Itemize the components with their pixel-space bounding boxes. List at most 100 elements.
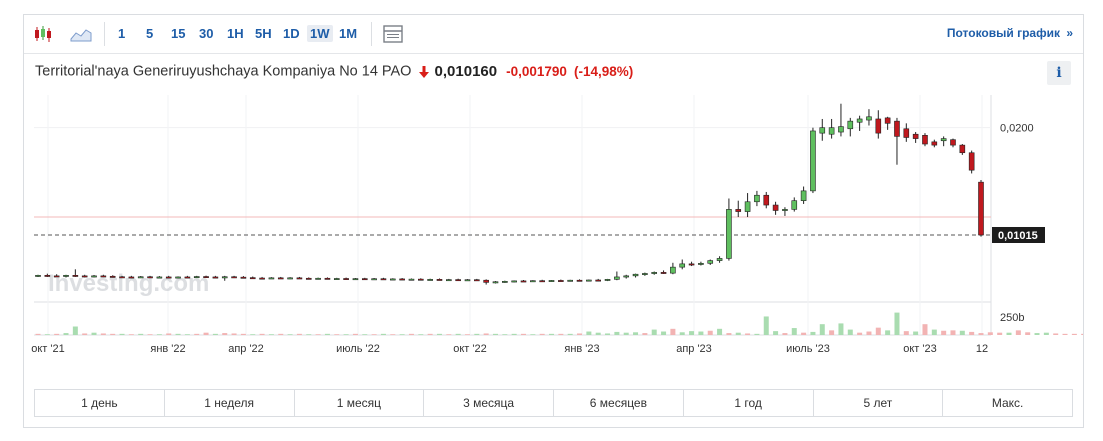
volume-bar [689,331,695,335]
area-chart-icon[interactable] [70,24,92,44]
volume-bar [184,334,190,335]
candle [847,117,854,137]
volume-bar [922,324,928,335]
range-1-day-button[interactable]: 1 день [35,390,165,416]
range-1-week-button[interactable]: 1 неделя [165,390,295,416]
candle [361,277,368,281]
volume-bar [969,331,975,335]
candle-down [240,276,247,279]
candle [698,261,704,266]
candle [371,278,377,281]
volume-bar [623,332,629,335]
candle [959,144,966,155]
last-price: 0,010160 [434,63,498,80]
candle-up [137,276,144,279]
candle [464,279,471,282]
info-icon[interactable]: i [1047,61,1071,85]
candle-down [763,194,770,206]
volume-bar [418,334,424,335]
volume-bar [847,329,853,335]
interval-5h-button[interactable]: 5H [253,26,274,41]
volume-bar [754,333,760,335]
volume-bar [156,334,162,335]
candle-up [800,190,807,201]
volume-bar [240,333,246,335]
candle-up [287,277,293,280]
candle [968,150,975,174]
volume-bars [35,312,1083,335]
candle-down [595,279,601,282]
volume-bar [35,333,41,335]
volume-bar [1071,333,1077,335]
candle-up [221,276,228,279]
streaming-chart-link[interactable]: Потоковый график » [947,26,1073,40]
instrument-header: Territorial'naya Generiruyushchaya Kompa… [35,63,633,83]
candle [259,276,265,280]
candle-up [446,279,452,282]
candle [632,273,639,278]
range-1-year-button[interactable]: 1 год [684,390,814,416]
candle [875,110,882,139]
candle-up [651,272,658,274]
volume-bar [1006,332,1012,335]
interval-5-button[interactable]: 5 [144,26,155,41]
volume-bar [474,333,480,335]
price-chart[interactable]: Investing.com 0,0200 250b 0,01015 окт '21 ян… [24,95,1083,370]
interval-1d-button[interactable]: 1D [281,26,302,41]
volume-bar [380,333,386,335]
candle-up [464,279,471,282]
candle [679,259,686,270]
interval-1w-button[interactable]: 1W [307,25,333,42]
x-tick-label: апр '22 [228,343,264,355]
candle [716,256,723,263]
candle-up [91,275,97,278]
candle-up [333,278,340,280]
data-table-icon[interactable] [382,24,404,44]
candle [922,133,928,147]
range-max-button[interactable]: Макс. [943,390,1072,416]
candle-down [912,133,919,139]
candle-up [782,209,788,211]
candle [530,280,536,283]
candle [418,278,424,281]
candle [221,275,228,281]
volume-bar [829,330,835,335]
candle-down [147,276,153,279]
range-5-years-button[interactable]: 5 лет [814,390,944,416]
interval-15-button[interactable]: 15 [169,26,187,41]
interval-1-button[interactable]: 1 [116,26,127,41]
volume-bar [1025,332,1031,335]
interval-30-button[interactable]: 30 [197,26,215,41]
x-tick-label: янв '23 [564,343,599,355]
candle [707,259,714,265]
volume-bar [390,334,396,335]
candle-down [184,276,191,279]
volume-bar [1062,333,1068,335]
candle-up [268,277,275,280]
candle [305,277,312,280]
candle [268,277,275,280]
candle-up [371,278,377,281]
candle-down [249,277,256,280]
candlestick-chart-icon[interactable] [32,24,54,44]
range-1-month-button[interactable]: 1 месяц [295,390,425,416]
volume-bar [82,333,88,335]
volume-bar [194,333,200,335]
volume-bar [222,333,228,335]
candle-down [231,276,237,279]
candle [791,197,798,212]
candle-down [53,275,60,278]
range-6-months-button[interactable]: 6 месяцев [554,390,684,416]
interval-1m-button[interactable]: 1M [337,26,359,41]
x-tick-label: окт '23 [903,343,936,355]
candle [856,115,863,131]
candle [539,279,545,283]
candle-down [128,276,135,279]
volume-bar [763,316,769,335]
interval-1h-button[interactable]: 1H [225,26,246,41]
candle [548,279,555,282]
range-3-months-button[interactable]: 3 месяца [424,390,554,416]
candle [333,277,340,280]
volume-bar [371,334,377,335]
volume-bar [352,333,358,335]
